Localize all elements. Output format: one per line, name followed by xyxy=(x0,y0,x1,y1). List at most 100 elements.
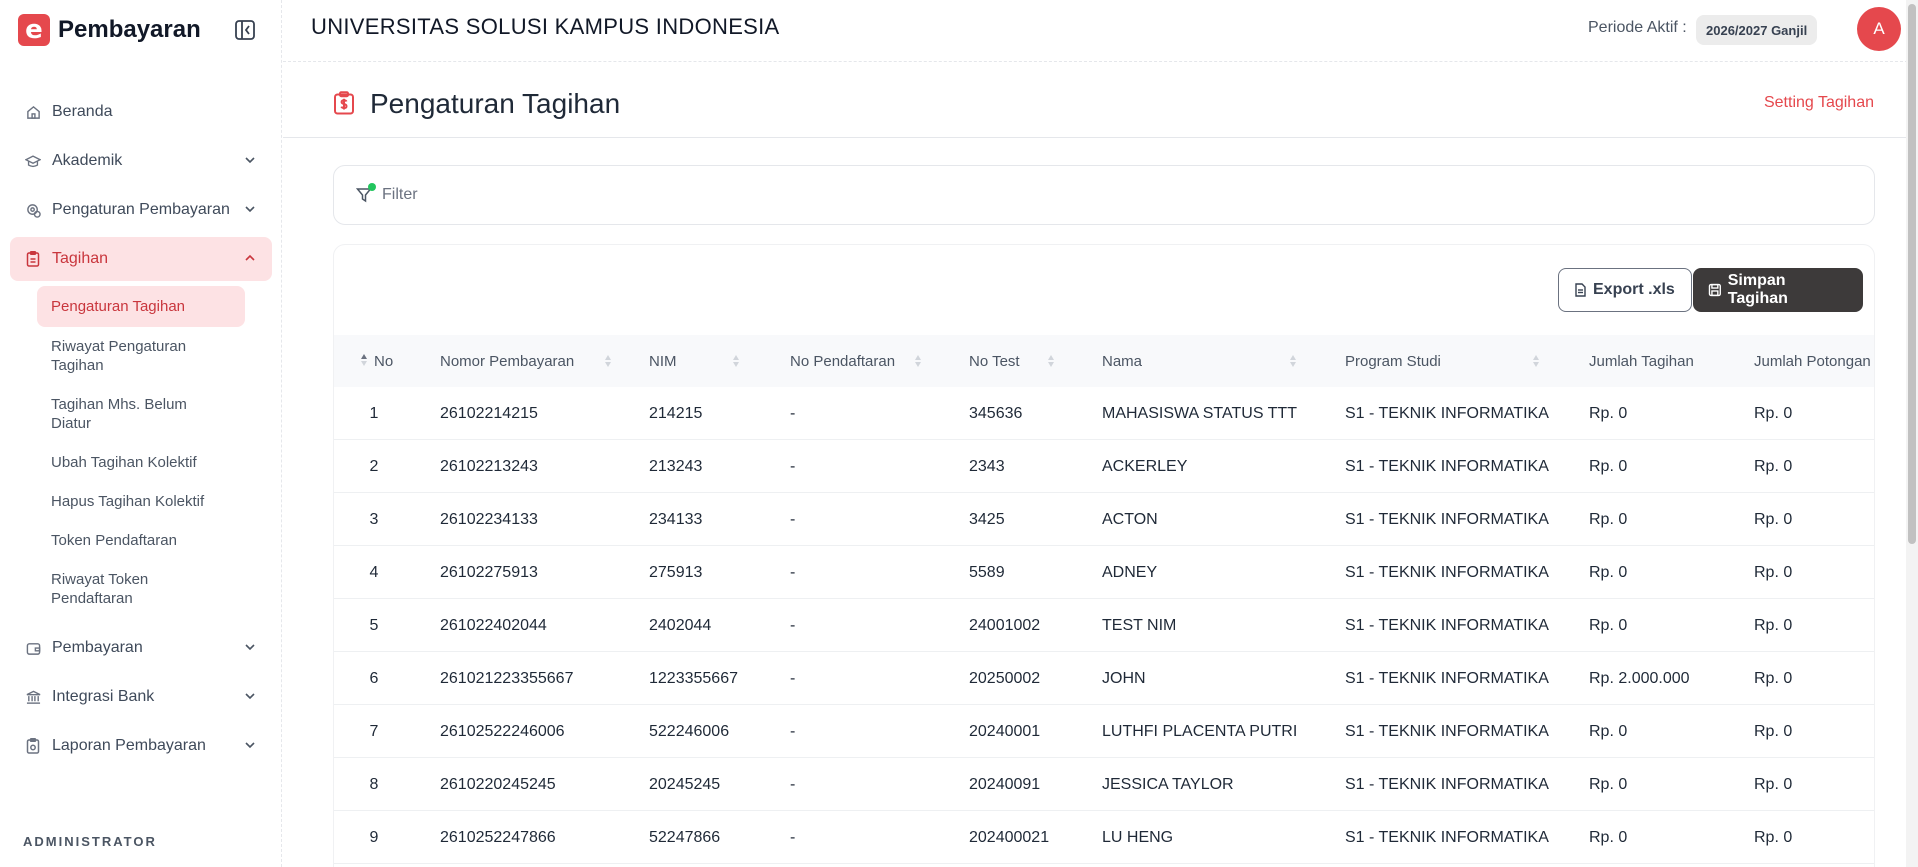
cell-jumlah-tagihan: Rp. 0 xyxy=(1589,828,1628,846)
cell-no-test: 345636 xyxy=(969,404,1023,422)
cell-jumlah-potongan: Rp. 0 xyxy=(1754,616,1793,634)
sidebar-item-tagihan[interactable]: Tagihan xyxy=(10,237,272,281)
cell-no-pendaftaran: - xyxy=(790,669,796,687)
brand-name: Pembayaran xyxy=(58,16,201,43)
column-label: Program Studi xyxy=(1345,352,1441,370)
column-header-nomor-pembayaran[interactable]: Nomor Pembayaran xyxy=(440,335,640,387)
table-row[interactable]: 2 26102213243 213243 - 2343 ACKERLEY S1 - TEKN… xyxy=(334,440,1874,493)
column-label: No xyxy=(374,352,394,370)
sidebar-subitem-hapus-tagihan-kolektif[interactable]: Hapus Tagihan Kolektif xyxy=(37,482,245,521)
cell-jumlah-potongan: Rp. 0 xyxy=(1754,563,1793,581)
sidebar-item-beranda[interactable]: Beranda xyxy=(10,90,272,134)
cell-no-pendaftaran: - xyxy=(790,616,796,634)
column-label: Jumlah Tagihan xyxy=(1589,352,1694,370)
sidebar-item-label: Tagihan xyxy=(52,250,109,267)
column-header-jumlah-potongan[interactable]: Jumlah Potongan xyxy=(1754,335,1871,387)
sidebar-item-label: Integrasi Bank xyxy=(52,688,155,705)
cell-no-test: 20250002 xyxy=(969,669,1041,687)
cell-no-pendaftaran: - xyxy=(790,404,796,422)
table-row[interactable]: 7 26102522246006 522246006 - 20240001 LUTHFI … xyxy=(334,705,1874,758)
sidebar-collapse-icon xyxy=(235,20,255,40)
cell-nama: MAHASISWA STATUS TTT xyxy=(1102,404,1297,422)
cell-no-pendaftaran: - xyxy=(790,828,796,846)
export-xls-button[interactable]: Export .xls xyxy=(1558,268,1692,312)
column-header-no[interactable]: No xyxy=(361,335,394,387)
cell-program-studi: S1 - TEKNIK INFORMATIKA xyxy=(1345,510,1549,528)
cell-nim: 234133 xyxy=(649,510,703,528)
column-header-no-test[interactable]: No Test xyxy=(969,335,1069,387)
collapse-sidebar-button[interactable] xyxy=(232,18,258,42)
cell-jumlah-tagihan: Rp. 0 xyxy=(1589,510,1628,528)
table-row[interactable]: 1 26102214215 214215 - 345636 MAHASISWA STATU… xyxy=(334,387,1874,440)
cell-nim: 522246006 xyxy=(649,722,730,740)
cell-jumlah-potongan: Rp. 0 xyxy=(1754,722,1793,740)
cell-no: 6 xyxy=(369,669,379,687)
table-row[interactable]: 9 2610252247866 52247866 - 202400021 LU HENG S… xyxy=(334,811,1874,864)
table-row[interactable]: 5 261022402044 2402044 - 24001002 TEST NIM S1 … xyxy=(334,599,1874,652)
table-row[interactable]: 3 26102234133 234133 - 3425 ACTON S1 - TEKNIK … xyxy=(334,493,1874,546)
cell-nama: ACKERLEY xyxy=(1102,457,1188,475)
cell-nim: 1223355667 xyxy=(649,669,738,687)
cell-program-studi: S1 - TEKNIK INFORMATIKA xyxy=(1345,722,1549,740)
periode-badge[interactable]: 2026/2027 Ganjil xyxy=(1696,15,1818,45)
sidebar-subitem-token-pendaftaran[interactable]: Token Pendaftaran xyxy=(37,521,245,560)
sidebar-item-pembayaran[interactable]: Pembayaran xyxy=(10,626,272,670)
sidebar-item-label: Akademik xyxy=(52,152,123,169)
setting-tagihan-link[interactable]: Setting Tagihan xyxy=(1764,94,1874,112)
scrollbar-thumb[interactable] xyxy=(1908,4,1916,544)
cell-nim: 275913 xyxy=(649,563,703,581)
tagihan-submenu: Pengaturan Tagihan Riwayat Pengaturan Ta… xyxy=(0,286,282,618)
university-name: UNIVERSITAS SOLUSI KAMPUS INDONESIA xyxy=(311,14,780,39)
cell-nama: LUTHFI PLACENTA PUTRI xyxy=(1102,722,1298,740)
column-header-nim[interactable]: NIM xyxy=(649,335,749,387)
top-bar: UNIVERSITAS SOLUSI KAMPUS INDONESIA Peri… xyxy=(283,0,1918,62)
graduation-cap-icon xyxy=(24,152,42,170)
periode-label: Periode Aktif : xyxy=(1588,19,1687,36)
sidebar-item-akademik[interactable]: Akademik xyxy=(10,139,272,183)
cell-nomor-pembayaran: 26102214215 xyxy=(440,404,538,422)
cell-nim: 214215 xyxy=(649,404,703,422)
column-header-program-studi[interactable]: Program Studi xyxy=(1345,335,1545,387)
sidebar-subitem-tagihan-belum-diatur[interactable]: Tagihan Mhs. Belum Diatur xyxy=(37,385,245,443)
bank-icon xyxy=(24,688,42,706)
filter-panel[interactable]: Filter xyxy=(333,165,1875,225)
cell-nama: JOHN xyxy=(1102,669,1146,687)
file-icon xyxy=(1575,283,1586,297)
cell-no: 7 xyxy=(369,722,379,740)
cell-no: 1 xyxy=(369,404,379,422)
sort-icon xyxy=(1290,355,1296,367)
cell-jumlah-tagihan: Rp. 0 xyxy=(1589,563,1628,581)
simpan-tagihan-button[interactable]: Simpan Tagihan xyxy=(1693,268,1863,312)
column-label: No Pendaftaran xyxy=(790,352,896,370)
column-header-nama[interactable]: Nama xyxy=(1102,335,1302,387)
cell-no: 9 xyxy=(369,828,379,846)
cell-program-studi: S1 - TEKNIK INFORMATIKA xyxy=(1345,404,1549,422)
page-scrollbar[interactable] xyxy=(1906,0,1918,867)
sidebar-item-integrasi-bank[interactable]: Integrasi Bank xyxy=(10,675,272,719)
cell-nim: 52247866 xyxy=(649,828,721,846)
table-header: No Nomor Pembayaran NIM No Pendaftaran N… xyxy=(334,335,1874,387)
sidebar-item-pengaturan-pembayaran[interactable]: Pengaturan Pembayaran xyxy=(10,188,272,232)
sidebar-subitem-pengaturan-tagihan[interactable]: Pengaturan Tagihan xyxy=(37,286,245,327)
home-icon xyxy=(24,103,42,121)
column-label: NIM xyxy=(649,352,677,370)
table-row[interactable]: 4 26102275913 275913 - 5589 ADNEY S1 - TEKNIK … xyxy=(334,546,1874,599)
table-row[interactable]: 8 2610220245245 20245245 - 20240091 JESSICA T… xyxy=(334,758,1874,811)
cell-nomor-pembayaran: 2610220245245 xyxy=(440,775,556,793)
sidebar-item-laporan-pembayaran[interactable]: Laporan Pembayaran xyxy=(10,724,272,768)
cell-no: 4 xyxy=(369,563,379,581)
column-header-no-pendaftaran[interactable]: No Pendaftaran xyxy=(790,335,940,387)
cell-nomor-pembayaran: 261022402044 xyxy=(440,616,547,634)
cell-program-studi: S1 - TEKNIK INFORMATIKA xyxy=(1345,563,1549,581)
cell-no: 3 xyxy=(369,510,379,528)
sidebar-subitem-riwayat-pengaturan-tagihan[interactable]: Riwayat Pengaturan Tagihan xyxy=(37,327,245,385)
table-body: 1 26102214215 214215 - 345636 MAHASISWA STATU… xyxy=(334,387,1874,864)
table-row[interactable]: 6 261021223355667 1223355667 - 20250002 JOHN S… xyxy=(334,652,1874,705)
sidebar-item-label: Beranda xyxy=(52,103,113,120)
sort-icon xyxy=(1048,355,1054,367)
avatar[interactable]: A xyxy=(1857,7,1901,51)
sidebar-subitem-ubah-tagihan-kolektif[interactable]: Ubah Tagihan Kolektif xyxy=(37,443,245,482)
brand[interactable]: e Pembayaran xyxy=(18,14,201,46)
sidebar-subitem-riwayat-token-pendaftaran[interactable]: Riwayat Token Pendaftaran xyxy=(37,560,245,618)
column-header-jumlah-tagihan[interactable]: Jumlah Tagihan xyxy=(1589,335,1694,387)
